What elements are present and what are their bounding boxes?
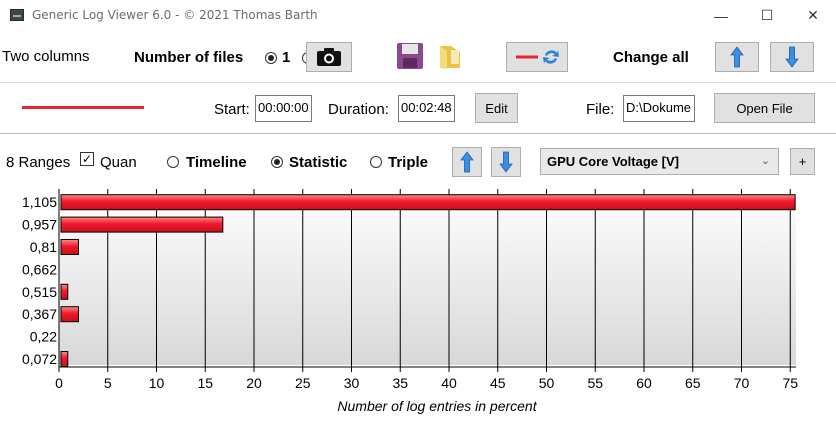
start-label: Start:	[214, 101, 250, 118]
maximize-icon: ☐	[760, 7, 774, 23]
x-tick-label-45: 45	[490, 375, 506, 391]
x-tick-label-75: 75	[782, 375, 798, 391]
change-all-down-button[interactable]	[770, 42, 814, 72]
toolbar-row-3: 8 Ranges ✓ Quan Timeline Statistic Tripl…	[0, 135, 836, 187]
open-file-button[interactable]: Open File	[714, 93, 815, 123]
bar	[60, 239, 79, 255]
x-tick-label-50: 50	[539, 375, 555, 391]
open-folder-button[interactable]	[437, 42, 463, 70]
sensor-up-button[interactable]	[452, 147, 482, 177]
category-label: 0,072	[22, 351, 57, 367]
sensor-select-value: GPU Core Voltage [V]	[547, 154, 679, 169]
file-path-input[interactable]: D:\Dokume	[623, 95, 695, 122]
camera-icon	[317, 48, 341, 66]
timeline-label: Timeline	[186, 154, 247, 171]
duration-label: Duration:	[328, 101, 389, 118]
tick-labels: 0 5 10 15 20 25 30 35 40 45 50 55 60 65 70 75	[55, 367, 798, 391]
start-input[interactable]: 00:00:00	[255, 95, 312, 122]
x-tick-label-40: 40	[441, 375, 457, 391]
x-tick-label-5: 5	[104, 375, 112, 391]
line-color-swap-button[interactable]	[506, 42, 568, 72]
close-icon: ✕	[807, 7, 819, 23]
arrow-down-icon	[785, 46, 799, 68]
toolbar-row-1: Two columns Number of files 1 Change all	[0, 31, 836, 83]
folder-icon	[440, 46, 460, 69]
x-axis-title: Number of log entries in percent	[337, 398, 537, 414]
bar	[60, 351, 69, 367]
window-title: Generic Log Viewer 6.0 - © 2021 Thomas B…	[32, 8, 318, 22]
change-all-label: Change all	[613, 49, 689, 66]
category-label: 0,367	[22, 306, 57, 322]
x-tick-label-55: 55	[587, 375, 603, 391]
triple-label: Triple	[388, 154, 429, 171]
bar-chart: 1,105 0,957 0,81 0,662 0,515 0,367 0,22 0,072 0…	[22, 189, 798, 414]
bar	[60, 283, 69, 300]
edit-button[interactable]: Edit	[475, 93, 518, 123]
quan-label: Quan	[100, 154, 137, 171]
save-button[interactable]	[396, 42, 424, 70]
plot-background	[59, 189, 796, 365]
files-option-1-label: 1	[282, 49, 291, 66]
check-mark-icon: ✓	[81, 152, 93, 166]
x-tick-label-35: 35	[392, 375, 408, 391]
category-label: 0,957	[22, 217, 57, 233]
statistic-label: Statistic	[289, 154, 348, 171]
x-tick-label-20: 20	[246, 375, 262, 391]
floppy-disk-icon	[397, 43, 423, 69]
x-tick-label-15: 15	[197, 375, 213, 391]
category-label: 1,105	[22, 194, 57, 210]
statistic-chart: 1,105 0,957 0,81 0,662 0,515 0,367 0,22 0,072 0…	[0, 187, 836, 431]
bar	[60, 194, 796, 211]
add-sensor-button[interactable]: +	[790, 148, 815, 175]
maximize-button[interactable]: ☐	[744, 0, 790, 31]
toolbar-row-2: Start: 00:00:00 Duration: 00:02:48 Edit …	[0, 84, 836, 134]
arrow-up-icon	[460, 151, 474, 173]
bar	[60, 306, 79, 323]
category-label: 0,22	[30, 329, 57, 345]
category-label: 0,81	[30, 239, 57, 255]
triple-radio[interactable]	[370, 156, 382, 168]
screenshot-button[interactable]	[306, 42, 352, 72]
x-tick-label-65: 65	[685, 375, 701, 391]
category-label: 0,662	[22, 261, 57, 277]
timeline-radio[interactable]	[167, 156, 179, 168]
ranges-label[interactable]: 8 Ranges	[6, 154, 70, 171]
two-columns-label[interactable]: Two columns	[2, 48, 90, 65]
line-color-preview[interactable]	[22, 106, 144, 109]
duration-input[interactable]: 00:02:48	[398, 95, 455, 122]
title-bar: Generic Log Viewer 6.0 - © 2021 Thomas B…	[0, 0, 836, 31]
app-icon	[10, 9, 24, 21]
arrow-up-icon	[730, 46, 744, 68]
minimize-button[interactable]: —	[698, 0, 744, 31]
category-label: 0,515	[22, 284, 57, 300]
number-of-files-label: Number of files	[134, 49, 244, 66]
chevron-down-icon: ⌄	[760, 155, 770, 167]
sensor-down-button[interactable]	[491, 147, 521, 177]
x-tick-label-30: 30	[344, 375, 360, 391]
x-tick-label-10: 10	[149, 375, 165, 391]
arrow-down-icon	[499, 151, 513, 173]
files-radio-1[interactable]	[265, 52, 277, 64]
x-tick-label-70: 70	[734, 375, 750, 391]
category-labels: 1,105 0,957 0,81 0,662 0,515 0,367 0,22 0,072	[22, 194, 57, 367]
close-button[interactable]: ✕	[790, 0, 836, 31]
file-label: File:	[586, 101, 615, 118]
sensor-select[interactable]: GPU Core Voltage [V] ⌄	[540, 148, 779, 175]
quan-checkbox[interactable]: ✓	[80, 152, 94, 166]
x-tick-label-0: 0	[55, 375, 63, 391]
change-all-up-button[interactable]	[715, 42, 759, 72]
minimize-icon: —	[714, 7, 728, 24]
x-tick-label-25: 25	[295, 375, 311, 391]
red-line-sync-icon	[516, 50, 559, 64]
x-tick-label-60: 60	[636, 375, 652, 391]
bar	[60, 216, 224, 233]
statistic-radio[interactable]	[271, 156, 283, 168]
